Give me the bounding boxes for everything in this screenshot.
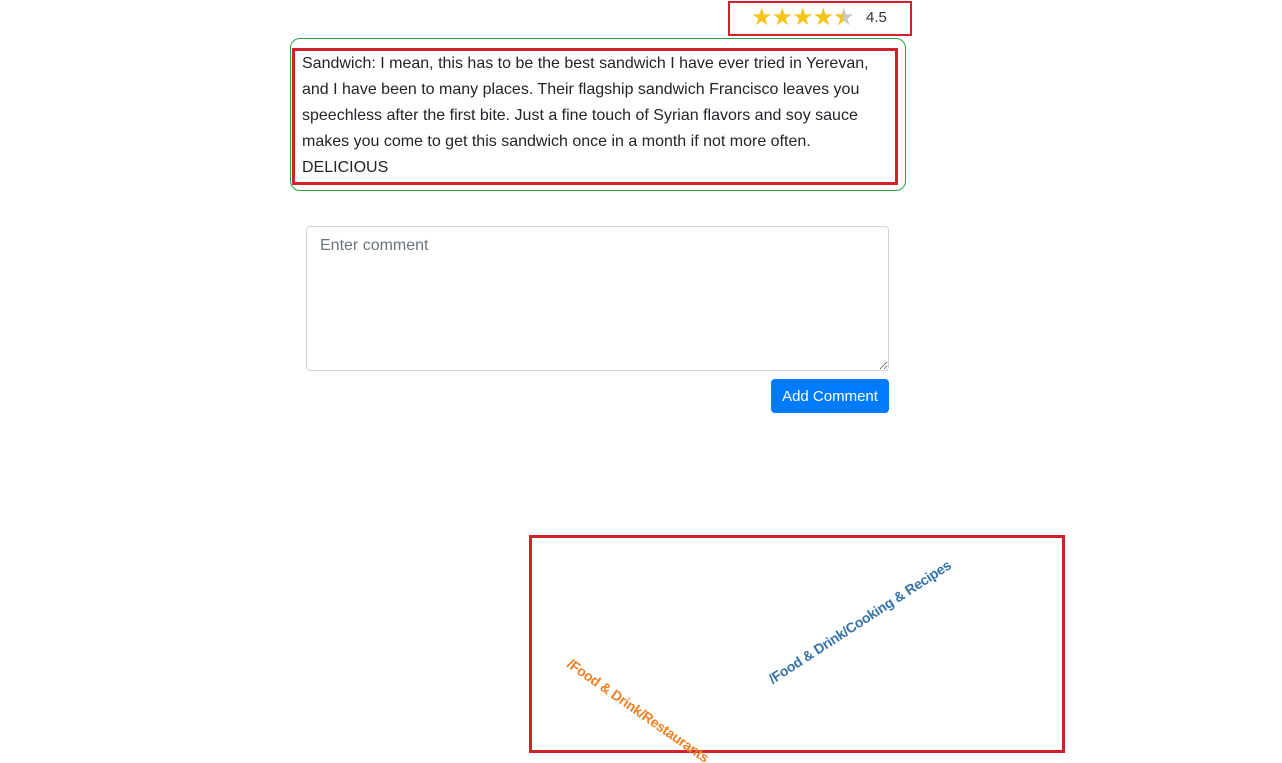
rating-highlight-box: ★★★★★★ 4.5 [728, 1, 912, 36]
review-card: Sandwich: I mean, this has to be the bes… [290, 38, 906, 191]
star-full-icon: ★ [792, 4, 813, 31]
add-comment-button[interactable]: Add Comment [771, 379, 889, 413]
review-text: Sandwich: I mean, this has to be the bes… [302, 55, 869, 176]
category-tag-cooking-recipes: /Food & Drink/Cooking & Recipes [765, 556, 954, 687]
comment-input[interactable] [306, 226, 889, 371]
star-full-icon: ★ [771, 4, 793, 31]
rating-value: 4.5 [866, 9, 887, 26]
star-half-icon: ★★ [833, 4, 854, 31]
star-rating: ★★★★★★ [751, 4, 855, 31]
star-full-icon: ★ [751, 4, 772, 31]
star-full-icon: ★ [812, 4, 834, 31]
category-tag-restaurants: /Food & Drink/Restaurants [564, 655, 713, 763]
category-tags-box: /Food & Drink/Restaurants /Food & Drink/… [529, 535, 1065, 763]
